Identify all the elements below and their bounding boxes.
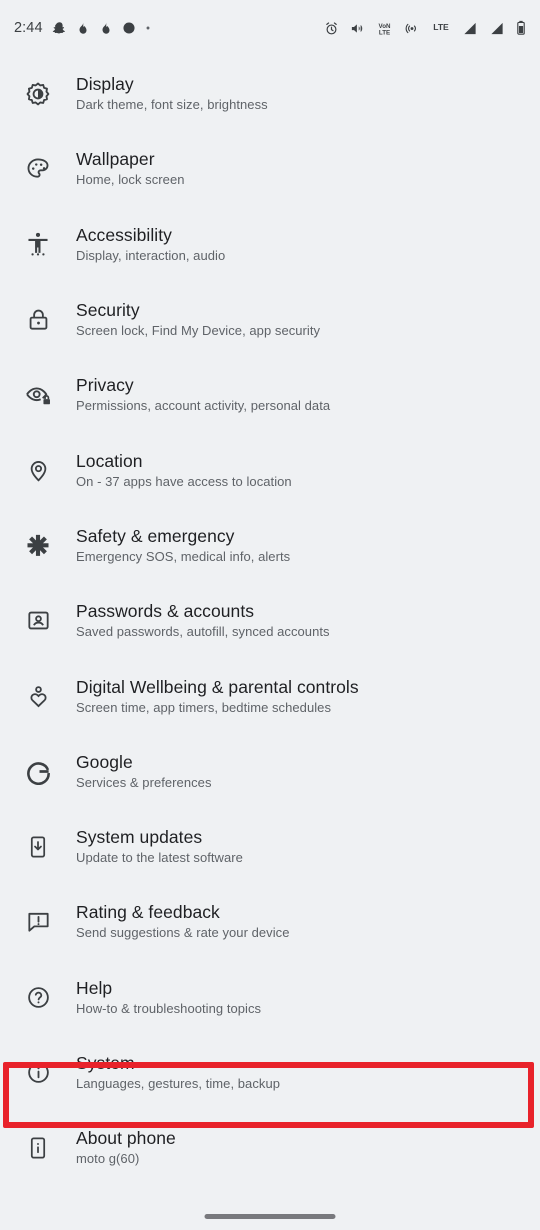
- settings-row-text: Safety & emergency Emergency SOS, medica…: [76, 525, 290, 566]
- more-notifications-dot-icon: [146, 26, 150, 30]
- status-bar-clock: 2:44: [14, 20, 43, 36]
- home-gesture-pill[interactable]: [204, 1214, 336, 1219]
- settings-row-subtitle: Dark theme, font size, brightness: [76, 97, 268, 113]
- settings-row-title: About phone: [76, 1128, 176, 1149]
- settings-row-title: Display: [76, 74, 134, 95]
- palette-icon: [18, 149, 58, 189]
- settings-row-title: System: [76, 1053, 135, 1073]
- settings-row-text: Google Services & preferences: [76, 751, 212, 792]
- settings-row-text: Help How-to & troubleshooting topics: [76, 977, 261, 1018]
- settings-row-wallpaper[interactable]: Wallpaper Home, lock screen: [0, 131, 540, 206]
- phone-download-icon: [18, 827, 58, 867]
- brightness-icon: [18, 74, 58, 114]
- lte-label-icon: LTE: [433, 21, 449, 31]
- svg-text:LTE: LTE: [379, 29, 390, 36]
- settings-row-title: Rating & feedback: [76, 902, 220, 923]
- settings-row-text: Wallpaper Home, lock screen: [76, 148, 185, 189]
- settings-row-subtitle: Update to the latest software: [76, 850, 243, 866]
- settings-row-safety-emergency[interactable]: Safety & emergency Emergency SOS, medica…: [0, 508, 540, 583]
- settings-row-accessibility[interactable]: Accessibility Display, interaction, audi…: [0, 207, 540, 282]
- app-notification-icon-2: [102, 22, 110, 34]
- settings-row-text: Digital Wellbeing & parental controls Sc…: [76, 676, 359, 717]
- settings-row-title: Help: [76, 977, 113, 998]
- settings-row-subtitle: Services & preferences: [76, 774, 212, 790]
- settings-row-title: Security: [76, 300, 140, 321]
- vibrate-icon: [351, 23, 363, 33]
- settings-row-about-phone[interactable]: About phone moto g(60): [0, 1110, 540, 1185]
- settings-row-privacy[interactable]: Privacy Permissions, account activity, p…: [0, 357, 540, 432]
- settings-row-subtitle: Home, lock screen: [76, 172, 185, 188]
- settings-row-subtitle: Display, interaction, audio: [76, 247, 226, 263]
- settings-row-text: Passwords & accounts Saved passwords, au…: [76, 600, 330, 641]
- eye-lock-icon: [18, 375, 58, 415]
- settings-row-title: System updates: [76, 827, 203, 848]
- settings-row-subtitle: Saved passwords, autofill, synced accoun…: [76, 624, 330, 640]
- settings-row-text: Security Screen lock, Find My Device, ap…: [76, 299, 320, 340]
- settings-row-subtitle: Languages, gestures, time, backup: [76, 1076, 281, 1091]
- asterisk-emergency-icon: [18, 525, 58, 565]
- settings-row-subtitle: Send suggestions & rate your device: [76, 925, 290, 941]
- settings-row-digital-wellbeing[interactable]: Digital Wellbeing & parental controls Sc…: [0, 658, 540, 733]
- settings-row-text: Privacy Permissions, account activity, p…: [76, 374, 330, 415]
- settings-row-title: Safety & emergency: [76, 525, 235, 546]
- settings-row-title: Google: [76, 751, 133, 772]
- phone-info-icon: [18, 1128, 58, 1168]
- settings-row-title: Digital Wellbeing & parental controls: [76, 676, 359, 697]
- location-pin-icon: [18, 450, 58, 490]
- help-question-icon: [18, 977, 58, 1017]
- snapchat-notification-icon: [52, 21, 65, 33]
- settings-row-text: Accessibility Display, interaction, audi…: [76, 224, 225, 265]
- settings-row-title: Wallpaper: [76, 149, 155, 170]
- info-circle-icon: [18, 1053, 58, 1093]
- settings-row-security[interactable]: Security Screen lock, Find My Device, ap…: [0, 282, 540, 357]
- settings-row-subtitle: Screen lock, Find My Device, app securit…: [76, 323, 321, 339]
- settings-row-subtitle: On - 37 apps have access to location: [76, 473, 292, 489]
- status-bar-right: VoN LTE LTE: [324, 20, 526, 36]
- settings-row-title: Privacy: [76, 375, 134, 396]
- settings-row-text: Rating & feedback Send suggestions & rat…: [76, 901, 290, 942]
- lock-icon: [18, 300, 58, 340]
- settings-row-text: About phone moto g(60): [76, 1127, 176, 1168]
- settings-row-google[interactable]: Google Services & preferences: [0, 734, 540, 809]
- settings-row-rating-feedback[interactable]: Rating & feedback Send suggestions & rat…: [0, 884, 540, 959]
- settings-row-text: System Languages, gestures, time, backup: [76, 1052, 280, 1093]
- app-notification-icon-1: [79, 22, 87, 34]
- settings-row-system-updates[interactable]: System updates Update to the latest soft…: [0, 809, 540, 884]
- settings-row-subtitle: Permissions, account activity, personal …: [76, 398, 331, 414]
- volte-icon: VoN LTE: [379, 22, 391, 36]
- signal-bars-sim2-icon: [491, 22, 503, 34]
- settings-row-title: Accessibility: [76, 224, 172, 245]
- feedback-chat-icon: [18, 902, 58, 942]
- settings-row-title: Location: [76, 450, 143, 471]
- signal-bars-sim1-icon: [464, 22, 476, 34]
- svg-text:LTE: LTE: [433, 21, 449, 31]
- status-bar-left: 2:44: [14, 20, 151, 36]
- status-bar: 2:44 VoN LTE LTE: [0, 0, 540, 56]
- account-card-icon: [18, 601, 58, 641]
- wellbeing-heart-icon: [18, 676, 58, 716]
- hotspot-icon: [405, 23, 417, 33]
- settings-row-text: Location On - 37 apps have access to loc…: [76, 450, 292, 491]
- settings-row-help[interactable]: Help How-to & troubleshooting topics: [0, 960, 540, 1035]
- alarm-icon: [326, 21, 337, 34]
- settings-screen: 2:44 VoN LTE LTE Display Dark theme, fon…: [0, 0, 540, 1230]
- app-notification-icon-3: [123, 22, 135, 34]
- settings-row-text: Display Dark theme, font size, brightnes…: [76, 73, 268, 114]
- settings-row-subtitle: Emergency SOS, medical info, alerts: [76, 548, 291, 564]
- settings-row-subtitle: Screen time, app timers, bedtime schedul…: [76, 699, 331, 715]
- settings-row-text: System updates Update to the latest soft…: [76, 826, 243, 867]
- settings-row-system[interactable]: System Languages, gestures, time, backup: [0, 1035, 540, 1110]
- google-g-icon: [18, 751, 58, 791]
- settings-row-display[interactable]: Display Dark theme, font size, brightnes…: [0, 56, 540, 131]
- settings-row-title: Passwords & accounts: [76, 601, 255, 622]
- battery-icon: [517, 20, 525, 35]
- settings-row-passwords-accounts[interactable]: Passwords & accounts Saved passwords, au…: [0, 583, 540, 658]
- accessibility-person-icon: [18, 224, 58, 264]
- settings-row-subtitle: How-to & troubleshooting topics: [76, 1000, 262, 1016]
- settings-list: Display Dark theme, font size, brightnes…: [0, 56, 540, 1185]
- settings-row-location[interactable]: Location On - 37 apps have access to loc…: [0, 432, 540, 507]
- settings-row-subtitle: moto g(60): [76, 1151, 140, 1167]
